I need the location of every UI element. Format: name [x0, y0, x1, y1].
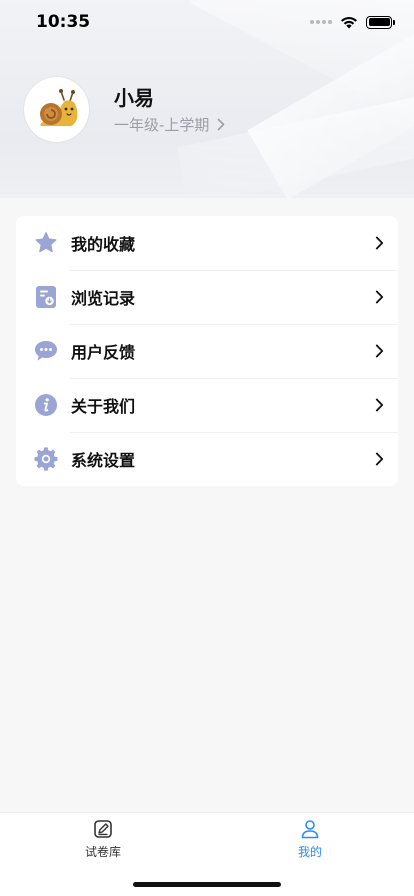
user-icon [301, 820, 319, 839]
menu-item-label: 系统设置 [71, 451, 136, 470]
chevron-right-icon [372, 452, 386, 466]
chevron-right-icon [372, 236, 386, 250]
cellular-signal-icon [310, 20, 332, 24]
history-doc-icon [34, 285, 58, 309]
status-indicators [310, 15, 395, 29]
info-icon [34, 393, 58, 417]
tab-mine[interactable]: 我的 [250, 819, 370, 860]
menu-item-label: 浏览记录 [71, 289, 136, 308]
menu-item-feedback[interactable]: 用户反馈 [16, 324, 398, 378]
username: 小易 [114, 86, 154, 110]
menu-item-label: 关于我们 [71, 397, 136, 416]
wifi-icon [341, 16, 357, 28]
tab-label: 我的 [297, 845, 322, 859]
menu-item-about[interactable]: 关于我们 [16, 378, 398, 432]
menu-item-favorites[interactable]: 我的收藏 [16, 216, 398, 270]
status-bar: 10:35 [0, 0, 414, 44]
chevron-right-icon [372, 344, 386, 358]
chevron-right-icon [372, 290, 386, 304]
menu-item-history[interactable]: 浏览记录 [16, 270, 398, 324]
gear-icon [34, 447, 58, 471]
tab-paper-library[interactable]: 试卷库 [43, 819, 163, 860]
tab-label: 试卷库 [84, 845, 121, 859]
menu-item-label: 用户反馈 [71, 343, 136, 362]
menu-list: 我的收藏 浏览记录 用户反馈 关于我们 系统设置 [16, 216, 398, 486]
menu-item-settings[interactable]: 系统设置 [16, 432, 398, 486]
avatar[interactable] [24, 77, 89, 142]
menu-item-label: 我的收藏 [71, 235, 136, 254]
star-icon [34, 231, 58, 255]
grade-label: 一年级-上学期 [114, 116, 210, 134]
chat-bubble-icon [34, 339, 58, 363]
grade-selector[interactable]: 一年级-上学期 [114, 114, 225, 135]
battery-icon [366, 15, 395, 29]
home-indicator[interactable] [133, 882, 281, 887]
snail-avatar-icon [39, 88, 77, 126]
chevron-right-icon [218, 118, 225, 131]
status-time: 10:35 [36, 12, 91, 32]
edit-paper-icon [94, 820, 112, 838]
chevron-right-icon [372, 398, 386, 412]
